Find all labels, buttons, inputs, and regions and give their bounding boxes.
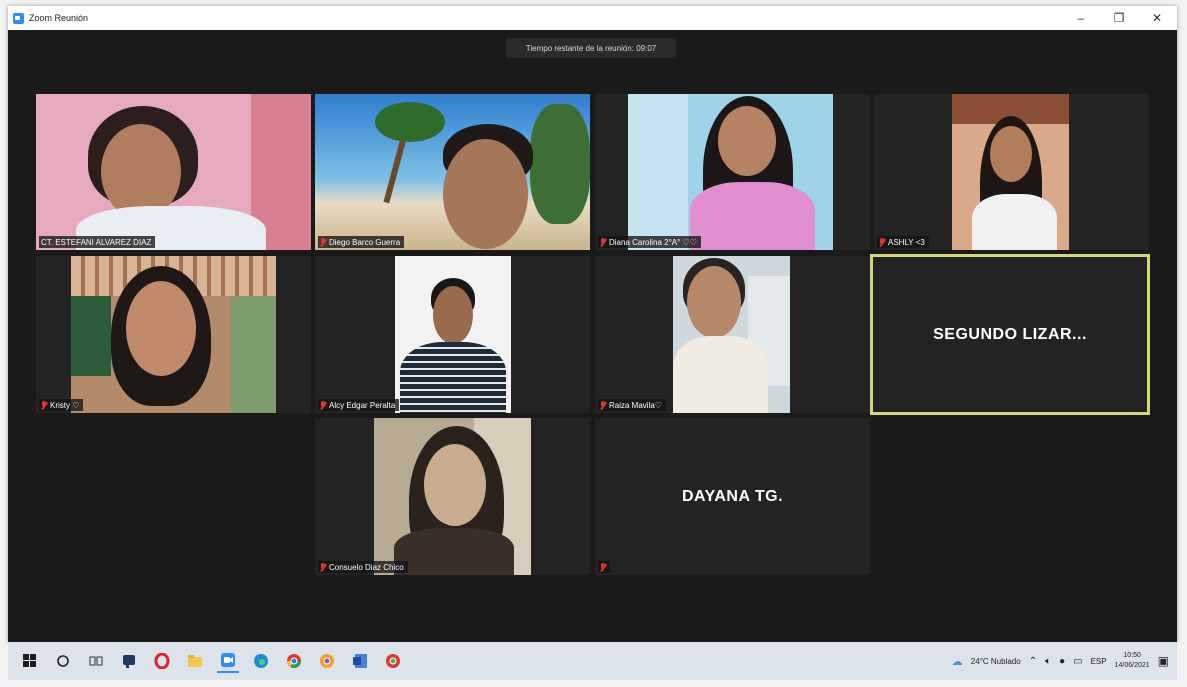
zoom-taskbar-icon[interactable] <box>217 649 239 673</box>
chrome-profile-icon[interactable] <box>382 650 404 672</box>
participant-tile[interactable]: Diana Carolina 2°A° ♡♡ <box>595 94 870 250</box>
language-indicator[interactable]: ESP <box>1091 657 1107 666</box>
clock[interactable]: 10:50 14/06/2021 <box>1115 651 1150 671</box>
participant-display-name: SEGUNDO LIZAR... <box>933 325 1087 343</box>
participant-tile[interactable]: Kristy ♡ <box>36 256 311 413</box>
participant-video <box>395 256 511 413</box>
participant-video <box>952 94 1069 250</box>
clock-time: 10:50 <box>1123 652 1141 659</box>
participant-tile[interactable]: Alcy Edgar Peralta <box>315 256 590 413</box>
muted-mic-icon <box>879 237 885 247</box>
gallery-view: Tiempo restante de la reunión: 09:07 CT.… <box>8 30 1177 642</box>
muted-mic-icon <box>41 400 47 410</box>
file-explorer-icon[interactable] <box>184 650 206 672</box>
participant-name-tag: Diego Barco Guerra <box>318 236 405 248</box>
weather-text[interactable]: 24°C Nublado <box>971 657 1021 666</box>
restore-icon[interactable]: ❐ <box>1099 6 1139 30</box>
feedback-hub-icon[interactable] <box>118 650 140 672</box>
active-speaker-tile[interactable]: SEGUNDO LIZAR... <box>870 254 1150 415</box>
participant-video <box>36 94 311 250</box>
clock-date: 14/06/2021 <box>1114 662 1150 669</box>
participant-video <box>71 256 276 413</box>
participant-name-tag <box>598 561 610 573</box>
search-icon[interactable] <box>52 650 74 672</box>
participant-tile[interactable]: ASHLY <3 <box>874 94 1149 250</box>
volume-icon[interactable]: 🔈︎ <box>1045 656 1051 667</box>
participant-tile[interactable]: Diego Barco Guerra <box>315 94 590 250</box>
participant-tile[interactable]: Raiza Mavila♡ <box>595 256 870 413</box>
participant-tile[interactable]: DAYANA TG. <box>595 418 870 575</box>
microphone-icon[interactable]: ● <box>1059 656 1065 667</box>
participant-name-tag: ASHLY <3 <box>877 236 929 248</box>
participant-video <box>628 94 833 250</box>
participant-video <box>374 418 531 575</box>
participant-name-tag: Consuelo Diaz Chico <box>318 561 408 573</box>
muted-mic-icon <box>600 237 606 247</box>
chrome-canary-icon[interactable] <box>316 650 338 672</box>
close-icon[interactable]: ✕ <box>1137 6 1177 30</box>
title-bar: Zoom Reunión – ❐ ✕ <box>8 6 1177 30</box>
word-icon[interactable] <box>349 650 371 672</box>
windows-start-icon[interactable] <box>19 650 41 672</box>
opera-icon[interactable] <box>151 650 173 672</box>
muted-mic-icon <box>600 562 606 572</box>
muted-mic-icon <box>320 400 326 410</box>
system-tray: ☁ 24°C Nublado ⌃ 🔈︎ ● ▭ ESP 10:50 14/06/… <box>952 642 1169 680</box>
network-icon[interactable]: ▭ <box>1073 656 1082 667</box>
meeting-time-remaining: Tiempo restante de la reunión: 09:07 <box>506 38 676 58</box>
weather-icon[interactable]: ☁ <box>952 655 963 668</box>
chevron-up-icon[interactable]: ⌃ <box>1029 656 1037 667</box>
participant-tile[interactable]: CT. ESTEFANI ALVAREZ DIAZ <box>36 94 311 250</box>
participant-name-tag: Raiza Mavila♡ <box>598 399 666 411</box>
participant-name-tag: Kristy ♡ <box>39 399 84 411</box>
zoom-app-icon <box>13 12 24 24</box>
muted-mic-icon <box>320 562 326 572</box>
task-view-icon[interactable] <box>85 650 107 672</box>
zoom-window: Zoom Reunión – ❐ ✕ Tiempo restante de la… <box>8 6 1177 642</box>
participant-video <box>673 256 790 413</box>
notifications-icon[interactable]: ▣ <box>1158 654 1169 668</box>
participant-name-tag: CT. ESTEFANI ALVAREZ DIAZ <box>39 236 156 248</box>
chrome-icon[interactable] <box>283 650 305 672</box>
participant-video <box>315 94 590 250</box>
participant-name-tag: Diana Carolina 2°A° ♡♡ <box>598 236 701 248</box>
participant-name-tag: Alcy Edgar Peralta <box>318 399 400 411</box>
windows-taskbar: ☁ 24°C Nublado ⌃ 🔈︎ ● ▭ ESP 10:50 14/06/… <box>8 642 1177 680</box>
muted-mic-icon <box>600 400 606 410</box>
muted-mic-icon <box>320 237 326 247</box>
window-title: Zoom Reunión <box>29 13 89 23</box>
edge-icon[interactable] <box>250 650 272 672</box>
minimize-icon[interactable]: – <box>1061 6 1101 30</box>
participant-display-name: DAYANA TG. <box>681 487 784 505</box>
participant-tile[interactable]: Consuelo Diaz Chico <box>315 418 590 575</box>
